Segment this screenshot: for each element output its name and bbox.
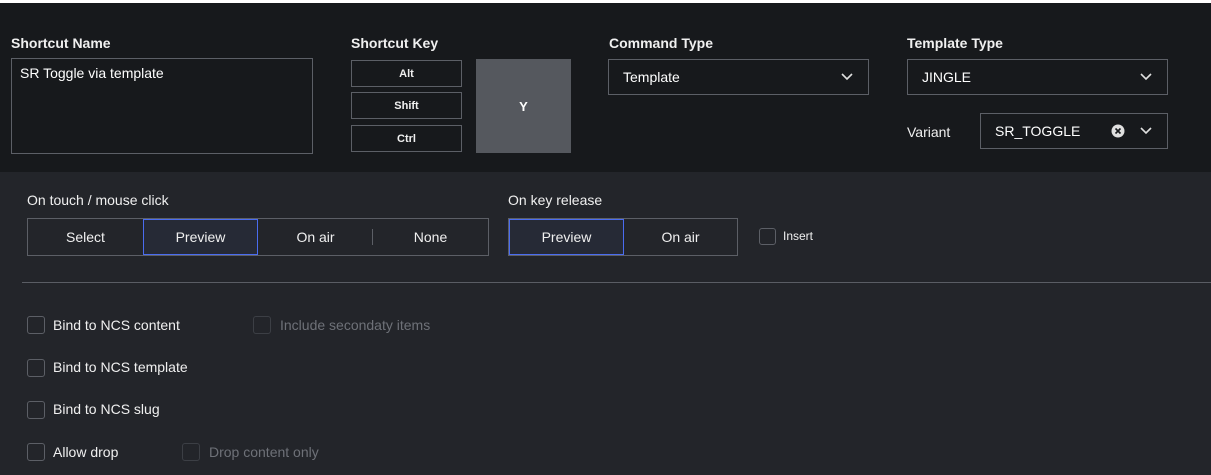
on-click-none-button[interactable]: None (373, 219, 488, 255)
on-click-select-button[interactable]: Select (28, 219, 143, 255)
on-key-release-segmented-control: Preview On air (508, 218, 738, 256)
shortcut-name-input[interactable]: SR Toggle via template (11, 58, 313, 154)
on-click-label: On touch / mouse click (27, 192, 169, 208)
on-click-on-air-label: On air (296, 229, 335, 245)
template-type-label: Template Type (907, 35, 1003, 51)
bind-template-checkbox[interactable] (27, 359, 45, 377)
shortcut-name-label: Shortcut Name (11, 35, 111, 51)
bind-slug-label: Bind to NCS slug (53, 401, 160, 417)
top-border (0, 0, 1211, 3)
chevron-down-icon (1140, 73, 1152, 81)
chevron-down-icon (1140, 127, 1152, 135)
bind-content-checkbox[interactable] (27, 316, 45, 334)
command-type-label: Command Type (609, 35, 713, 51)
clear-circle-icon[interactable] (1111, 124, 1125, 138)
include-secondary-label: Include secondaty items (280, 317, 431, 333)
allow-drop-label: Allow drop (53, 444, 119, 460)
insert-checkbox[interactable] (759, 228, 776, 245)
key-release-preview-button[interactable]: Preview (509, 219, 624, 255)
command-type-select[interactable]: Template (608, 59, 869, 95)
on-click-preview-button[interactable]: Preview (143, 219, 258, 255)
bind-slug-checkbox[interactable] (27, 401, 45, 419)
include-secondary-checkbox[interactable] (253, 316, 271, 334)
shortcut-key-capture[interactable]: Y (476, 59, 571, 153)
shortcut-name-value: SR Toggle via template (20, 65, 164, 81)
bind-template-label: Bind to NCS template (53, 359, 188, 375)
template-type-select[interactable]: JINGLE (907, 59, 1168, 95)
variant-value: SR_TOGGLE (995, 123, 1081, 139)
on-click-on-air-button[interactable]: On air (258, 219, 373, 255)
allow-drop-checkbox[interactable] (27, 443, 45, 461)
variant-label: Variant (907, 124, 951, 140)
insert-checkbox-label: Insert (783, 229, 814, 243)
section-divider (22, 282, 1211, 283)
bind-content-label: Bind to NCS content (53, 317, 180, 333)
alt-modifier-button[interactable]: Alt (351, 60, 462, 87)
drop-content-only-label: Drop content only (209, 444, 319, 460)
on-click-segmented-control: Select Preview On air None (27, 218, 489, 256)
drop-content-only-checkbox[interactable] (182, 443, 200, 461)
on-key-release-label: On key release (508, 192, 603, 208)
command-type-value: Template (623, 69, 680, 85)
shift-modifier-button[interactable]: Shift (351, 92, 462, 119)
variant-select[interactable]: SR_TOGGLE (980, 113, 1168, 149)
ctrl-modifier-button[interactable]: Ctrl (351, 125, 462, 152)
template-type-value: JINGLE (922, 69, 972, 85)
chevron-down-icon (841, 73, 853, 81)
key-release-on-air-button[interactable]: On air (624, 219, 737, 255)
shortcut-key-label: Shortcut Key (351, 35, 439, 51)
